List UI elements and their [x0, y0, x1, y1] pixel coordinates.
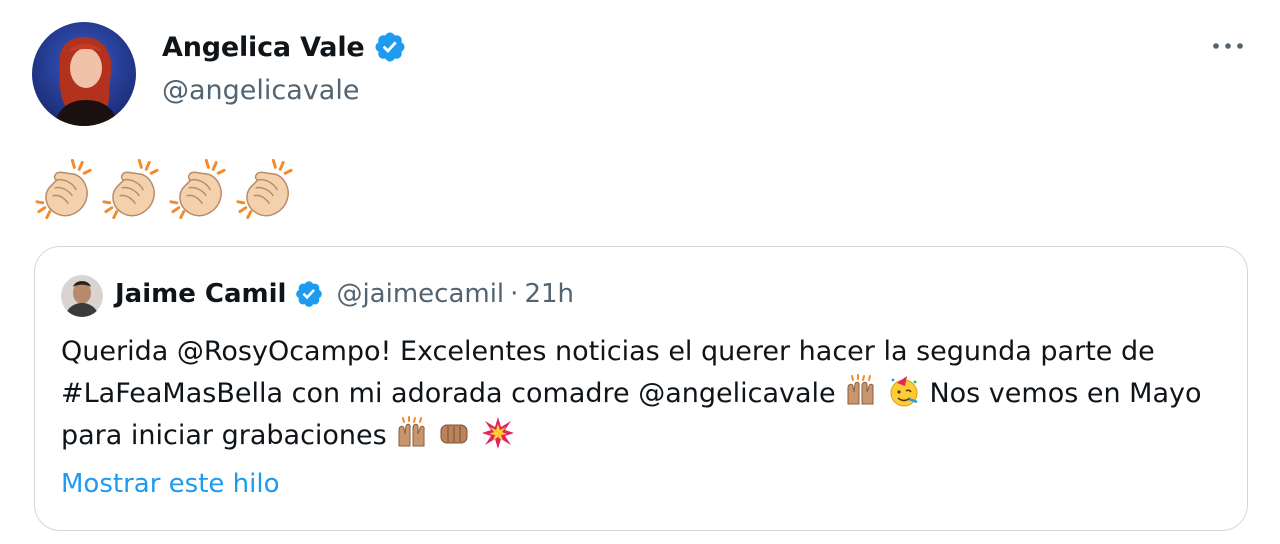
raising-hands-icon [847, 374, 874, 405]
verified-badge-icon [296, 281, 323, 307]
verified-badge-icon [374, 32, 405, 62]
oncoming-fist-icon [440, 424, 468, 444]
partying-face-icon [890, 376, 918, 407]
header-separator: · [510, 279, 519, 309]
quoted-author-handle: @jaimecamil [336, 279, 505, 309]
raising-hands-icon [398, 416, 425, 447]
collision-icon [481, 417, 514, 449]
quoted-author-name: Jaime Camil [115, 279, 287, 309]
quoted-tweet-header: Jaime Camil @jaimecamil · 21h [115, 279, 574, 309]
more-options-button[interactable] [1208, 34, 1248, 58]
quoted-tweet-time: 21h [524, 279, 574, 309]
clapping-hands-icon [169, 158, 226, 220]
more-horizontal-icon [1213, 43, 1243, 49]
quoted-tweet-card[interactable]: Jaime Camil @jaimecamil · 21h Querida @R… [34, 246, 1248, 531]
tweet-body [33, 156, 297, 222]
show-thread-link[interactable]: Mostrar este hilo [61, 469, 280, 499]
author-handle[interactable]: @angelicavale [162, 75, 359, 106]
tweet: Angelica Vale @angelicavale Jaime Camil … [0, 0, 1280, 544]
clapping-hands-icon [35, 158, 92, 220]
author-name-row[interactable]: Angelica Vale [162, 30, 407, 64]
clapping-hands-icon [236, 158, 293, 220]
author-avatar[interactable] [32, 22, 136, 126]
clapping-hands-icon [102, 158, 159, 220]
quoted-author-avatar[interactable] [61, 275, 103, 317]
quoted-tweet-text: Querida @RosyOcampo! Excelentes noticias… [61, 331, 1231, 457]
author-name[interactable]: Angelica Vale [162, 32, 365, 63]
